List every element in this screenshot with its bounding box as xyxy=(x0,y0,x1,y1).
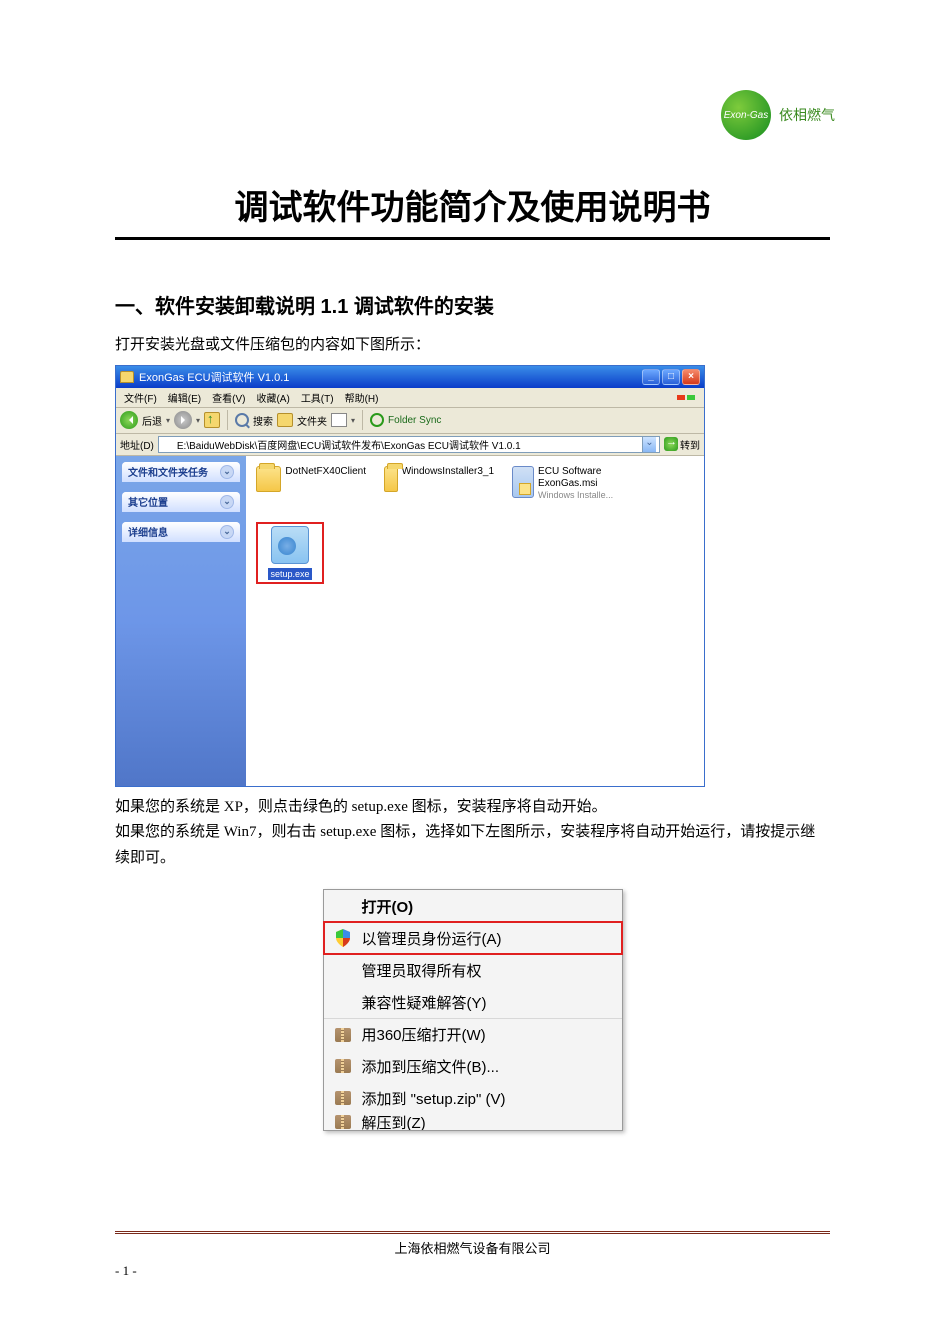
folders-icon[interactable] xyxy=(277,413,293,427)
side-panel-tasks[interactable]: 文件和文件夹任务⌄ xyxy=(122,462,240,482)
up-icon[interactable] xyxy=(204,412,220,428)
side-panel-other[interactable]: 其它位置⌄ xyxy=(122,492,240,512)
menu-help[interactable]: 帮助(H) xyxy=(341,389,383,406)
folder-item[interactable]: DotNetFX40Client xyxy=(256,466,366,502)
paragraph-xp: 如果您的系统是 XP，则点击绿色的 setup.exe 图标，安装程序将自动开始… xyxy=(115,795,830,821)
chevron-down-icon[interactable]: ⌄ xyxy=(642,437,656,452)
brand-logo: Exon-Gas 依相燃气 xyxy=(721,90,835,140)
intro-paragraph: 打开安装光盘或文件压缩包的内容如下图所示： xyxy=(115,333,830,359)
context-menu: 打开(O) 以管理员身份运行(A) 管理员取得所有权 兼容性疑难解答(Y) xyxy=(323,889,623,1131)
uac-shield-icon xyxy=(335,929,351,947)
foldersync-label[interactable]: Folder Sync xyxy=(388,415,441,426)
chevron-icon[interactable]: ⌄ xyxy=(220,525,234,539)
setup-highlighted: setup.exe xyxy=(256,522,324,584)
ctx-360open[interactable]: 用360压缩打开(W) xyxy=(324,1018,622,1050)
go-button[interactable]: 转到 xyxy=(664,437,700,452)
setup-exe-icon xyxy=(271,526,309,564)
ctx-admin-own[interactable]: 管理员取得所有权 xyxy=(324,954,622,986)
folder-icon xyxy=(120,371,134,383)
address-label: 地址(D) xyxy=(120,437,154,452)
page-footer: 上海依相燃气设备有限公司 - 1 - xyxy=(115,1231,830,1279)
back-label[interactable]: 后退 xyxy=(142,413,162,428)
paragraph-win7: 如果您的系统是 Win7，则右击 setup.exe 图标，选择如下左图所示，安… xyxy=(115,820,830,871)
side-panel-details[interactable]: 详细信息⌄ xyxy=(122,522,240,542)
file-name: ECU Software ExonGas.msi xyxy=(538,466,601,489)
ctx-open[interactable]: 打开(O) xyxy=(324,890,622,922)
chevron-icon[interactable]: ⌄ xyxy=(220,495,234,509)
section-heading: 一、软件安装卸载说明 1.1 调试软件的安装 xyxy=(115,290,830,319)
msi-icon xyxy=(512,466,534,498)
chevron-icon[interactable]: ⌄ xyxy=(220,465,234,479)
menu-tools[interactable]: 工具(T) xyxy=(297,389,338,406)
view-icon[interactable] xyxy=(331,413,347,427)
folder-icon xyxy=(256,466,281,492)
ctx-run-as-admin[interactable]: 以管理员身份运行(A) xyxy=(324,922,622,954)
nav-toolbar: 后退 ▾ ▾ 搜索 文件夹 ▾ Folder Sync xyxy=(116,408,704,434)
go-arrow-icon xyxy=(664,437,678,451)
menu-edit[interactable]: 编辑(E) xyxy=(164,389,205,406)
ctx-add-archive[interactable]: 添加到压缩文件(B)... xyxy=(324,1050,622,1082)
archive-icon xyxy=(335,1091,351,1105)
file-name: DotNetFX40Client xyxy=(285,466,366,478)
file-name: WindowsInstaller3_1 xyxy=(402,466,494,478)
ctx-add-setup-zip[interactable]: 添加到 "setup.zip" (V) xyxy=(324,1082,622,1114)
folder-icon xyxy=(384,466,398,492)
menu-bar[interactable]: 文件(F) 编辑(E) 查看(V) 收藏(A) 工具(T) 帮助(H) xyxy=(116,388,704,408)
footer-page-number: - 1 - xyxy=(115,1263,830,1279)
folders-label[interactable]: 文件夹 xyxy=(297,413,327,428)
foldersync-icon[interactable] xyxy=(370,413,384,427)
menu-file[interactable]: 文件(F) xyxy=(120,389,161,406)
menu-fav[interactable]: 收藏(A) xyxy=(252,389,293,406)
minimize-button[interactable]: _ xyxy=(642,369,660,385)
go-label: 转到 xyxy=(680,437,700,452)
file-pane[interactable]: DotNetFX40Client WindowsInstaller3_1 ECU… xyxy=(246,456,704,786)
windows-flag-icon xyxy=(672,393,700,402)
setup-item[interactable]: setup.exe xyxy=(260,526,320,580)
close-button[interactable]: × xyxy=(682,369,700,385)
ctx-compat[interactable]: 兼容性疑难解答(Y) xyxy=(324,986,622,1018)
msi-item[interactable]: ECU Software ExonGas.msi Windows Install… xyxy=(512,466,622,502)
ctx-extract[interactable]: 解压到(Z) xyxy=(324,1114,622,1130)
archive-icon xyxy=(335,1059,351,1073)
folder-icon xyxy=(162,439,174,449)
forward-button-icon[interactable] xyxy=(174,411,192,429)
address-input[interactable]: E:\BaiduWebDisk\百度网盘\ECU调试软件发布\ExonGas E… xyxy=(158,436,660,453)
address-path: E:\BaiduWebDisk\百度网盘\ECU调试软件发布\ExonGas E… xyxy=(177,437,521,452)
menu-view[interactable]: 查看(V) xyxy=(208,389,249,406)
archive-icon xyxy=(335,1028,351,1042)
window-title: ExonGas ECU调试软件 V1.0.1 xyxy=(139,369,289,385)
footer-company: 上海依相燃气设备有限公司 xyxy=(115,1238,830,1257)
back-button-icon[interactable] xyxy=(120,411,138,429)
archive-icon xyxy=(335,1115,351,1129)
logo-text: 依相燃气 xyxy=(779,105,835,125)
folder-item[interactable]: WindowsInstaller3_1 xyxy=(384,466,494,502)
document-title: 调试软件功能简介及使用说明书 xyxy=(115,180,830,240)
file-name: setup.exe xyxy=(268,568,311,580)
tasks-sidebar: 文件和文件夹任务⌄ 其它位置⌄ 详细信息⌄ xyxy=(116,456,246,786)
explorer-window: ExonGas ECU调试软件 V1.0.1 _ □ × 文件(F) 编辑(E)… xyxy=(115,365,705,787)
search-icon[interactable] xyxy=(235,413,249,427)
address-bar: 地址(D) E:\BaiduWebDisk\百度网盘\ECU调试软件发布\Exo… xyxy=(116,434,704,456)
search-label[interactable]: 搜索 xyxy=(253,413,273,428)
titlebar[interactable]: ExonGas ECU调试软件 V1.0.1 _ □ × xyxy=(116,366,704,388)
maximize-button[interactable]: □ xyxy=(662,369,680,385)
logo-badge-icon: Exon-Gas xyxy=(721,90,771,140)
file-sub: Windows Installe... xyxy=(538,490,613,500)
